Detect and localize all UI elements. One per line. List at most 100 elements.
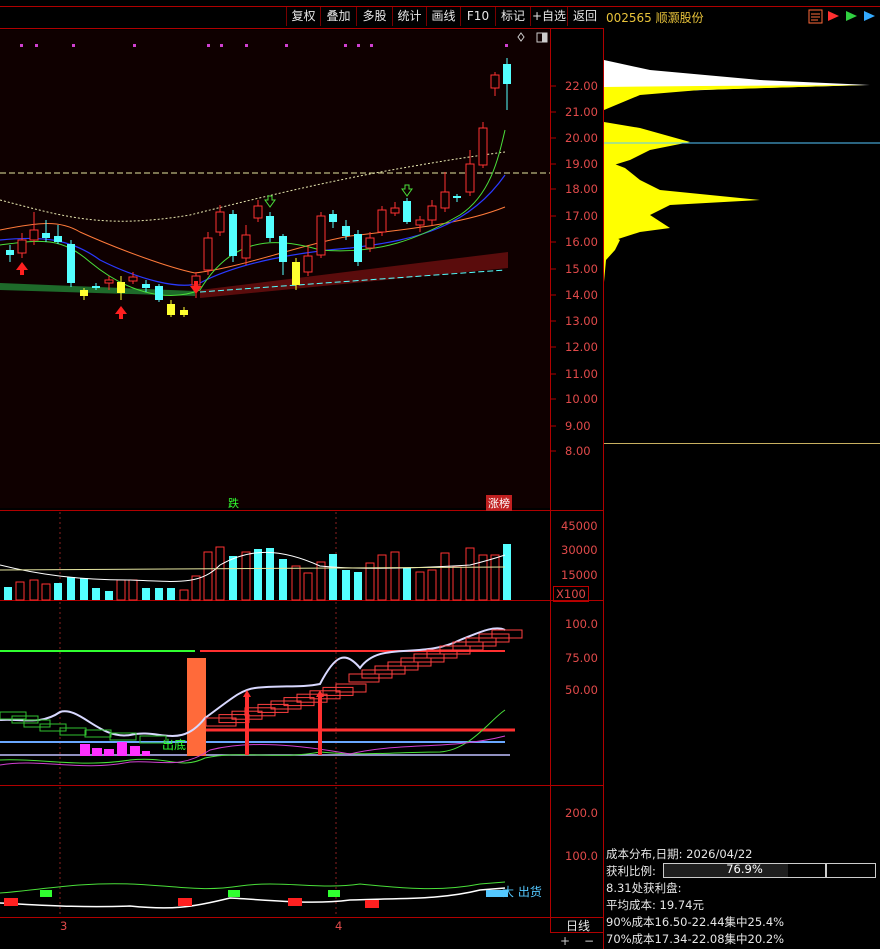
cost-90: 90%成本16.50-22.44集中25.4% xyxy=(606,915,785,929)
candle-body xyxy=(117,282,125,293)
candle-body xyxy=(29,229,39,241)
report-icon[interactable] xyxy=(808,9,823,24)
candle-body xyxy=(329,214,337,222)
candle-body xyxy=(354,234,362,262)
candle-body xyxy=(142,284,150,288)
multi-stock-button[interactable]: 多股 xyxy=(356,7,392,26)
volume-bar xyxy=(427,569,437,601)
candle-body xyxy=(6,250,14,255)
volume-bar xyxy=(254,549,262,600)
candle-body xyxy=(17,239,27,254)
vol-axis-label: 15000 xyxy=(561,568,598,582)
volume-bar xyxy=(92,588,100,600)
volume-bar xyxy=(440,552,450,601)
price-axis-label: 15.00 xyxy=(565,262,598,276)
candle-body xyxy=(503,64,511,84)
volume-bar xyxy=(179,589,189,601)
candle-body xyxy=(67,244,75,283)
candle-body xyxy=(490,74,500,89)
cost-title: 成本分布,日期: 2026/04/22 xyxy=(606,847,753,861)
candle-body xyxy=(390,207,400,214)
profit-input[interactable] xyxy=(826,863,876,878)
ind2-axis-label: 100.0 xyxy=(565,849,598,863)
event-marker xyxy=(133,44,136,47)
volume-bar xyxy=(128,579,138,601)
chuhuo-tag: 大 出货 xyxy=(502,885,542,899)
price-axis-label: 9.00 xyxy=(565,419,591,433)
volume-bar xyxy=(465,547,475,601)
statistics-button[interactable]: 统计 xyxy=(392,7,426,26)
chudi-tag: 出底 xyxy=(162,738,187,752)
volume-bar xyxy=(105,591,113,600)
volume-bar xyxy=(279,559,287,600)
volume-bar xyxy=(503,544,511,600)
volume-bar xyxy=(241,551,251,601)
x-axis-label: 3 xyxy=(60,919,68,933)
x-axis-label: 4 xyxy=(335,919,343,933)
chip-distribution xyxy=(604,60,880,282)
mark-button[interactable]: 标记 xyxy=(495,7,530,26)
f10-button[interactable]: F10 xyxy=(460,7,495,26)
price-axis-label: 20.00 xyxy=(565,131,598,145)
zoom-out-button[interactable]: − xyxy=(579,934,599,948)
event-marker xyxy=(245,44,248,47)
ind-axis-label: 50.00 xyxy=(565,683,598,697)
price-axis-label: 10.00 xyxy=(565,392,598,406)
candle-body xyxy=(303,255,313,273)
candle-body xyxy=(279,236,287,262)
volume-bar xyxy=(67,577,75,600)
candle-body xyxy=(203,237,213,271)
volume-bar xyxy=(329,554,337,600)
volume-bar xyxy=(377,554,387,601)
volume-bar xyxy=(80,578,88,600)
chart-canvas[interactable] xyxy=(0,0,880,949)
vol-unit-label: X100 xyxy=(553,586,589,602)
candle-body xyxy=(266,216,274,238)
zoom-icon[interactable] xyxy=(862,9,877,24)
candle-body xyxy=(92,286,100,288)
overlay-button[interactable]: 叠加 xyxy=(320,7,356,26)
candle-body xyxy=(155,286,163,300)
event-marker xyxy=(220,44,223,47)
volume-bar xyxy=(41,583,51,601)
play-icon[interactable] xyxy=(844,9,859,24)
event-marker xyxy=(72,44,75,47)
candle-body xyxy=(316,215,326,256)
add-watchlist-button[interactable]: +自选 xyxy=(530,7,567,26)
volume-bar xyxy=(291,565,301,601)
ind2-axis-label: 200.0 xyxy=(565,806,598,820)
candle-body xyxy=(292,262,300,285)
back-button[interactable]: 返回 xyxy=(567,7,602,26)
panel-toggle-icon[interactable] xyxy=(536,32,548,43)
avg-cost: 平均成本: 19.74元 xyxy=(606,898,704,912)
zoom-in-button[interactable]: + xyxy=(555,934,575,948)
candle-body xyxy=(342,226,350,236)
price-axis-label: 17.00 xyxy=(565,209,598,223)
fuquan-button[interactable]: 复权 xyxy=(286,7,320,26)
candle-body xyxy=(215,211,225,233)
volume-bar xyxy=(354,572,362,600)
diamond-icon[interactable] xyxy=(517,32,525,42)
volume-bar xyxy=(15,581,25,601)
candle-body xyxy=(365,237,375,249)
event-marker xyxy=(207,44,210,47)
price-axis-label: 8.00 xyxy=(565,444,591,458)
candle-body xyxy=(427,205,437,221)
event-marker xyxy=(370,44,373,47)
volume-bar xyxy=(229,556,237,600)
flag-icon[interactable] xyxy=(826,9,841,24)
die-tag: 跌 xyxy=(228,497,239,510)
candle-body xyxy=(167,304,175,315)
event-marker xyxy=(505,44,508,47)
volume-bar xyxy=(415,571,425,601)
stock-title: 002565 顺灏股份 xyxy=(606,11,704,25)
volume-bar xyxy=(390,551,400,601)
candle-body xyxy=(403,201,411,222)
candle-body xyxy=(128,276,138,282)
volume-bar xyxy=(167,588,175,600)
period-selector[interactable]: 日线 xyxy=(554,918,602,934)
price-axis-label: 22.00 xyxy=(565,79,598,93)
draw-line-button[interactable]: 画线 xyxy=(426,7,460,26)
volume-bar xyxy=(303,572,313,601)
volume-bar xyxy=(403,568,411,600)
